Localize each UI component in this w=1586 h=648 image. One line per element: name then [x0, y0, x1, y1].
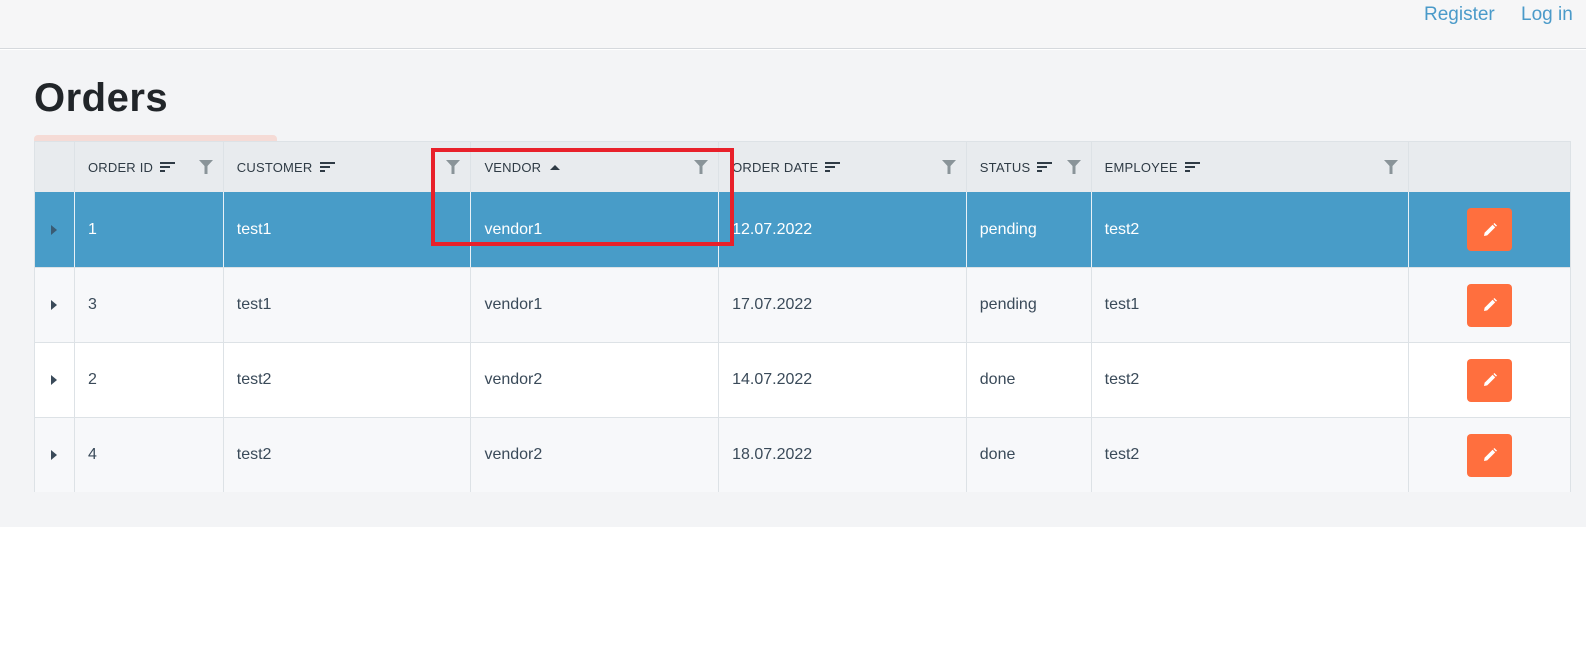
header-label: STATUS	[979, 159, 1031, 175]
customer-cell: test1	[224, 268, 472, 342]
edit-button[interactable]	[1467, 358, 1513, 402]
vendor-cell: vendor2	[471, 418, 720, 492]
expand-cell[interactable]	[35, 343, 75, 417]
order-id-cell: 2	[75, 343, 224, 417]
order-id-cell: 4	[75, 418, 224, 492]
order-id-cell: 3	[75, 268, 224, 342]
sort-icon[interactable]	[160, 162, 176, 172]
employee-cell: test1	[1092, 268, 1410, 342]
customer-cell: test2	[224, 343, 472, 417]
header-expand-column	[35, 142, 75, 192]
header-order-date[interactable]: ORDER DATE	[719, 142, 967, 192]
edit-button[interactable]	[1467, 283, 1513, 327]
sort-icon[interactable]	[1184, 162, 1200, 172]
filter-icon[interactable]	[694, 160, 709, 174]
actions-cell	[1409, 418, 1570, 492]
header-label: EMPLOYEE	[1104, 159, 1178, 175]
expand-cell[interactable]	[35, 268, 75, 342]
header-label: ORDER DATE	[732, 159, 819, 175]
login-link[interactable]: Log in	[1521, 4, 1573, 26]
caret-right-icon[interactable]	[51, 300, 58, 310]
employee-cell: test2	[1092, 418, 1410, 492]
actions-cell	[1409, 343, 1570, 417]
grid-header-row: ORDER ID CUSTOMER VENDOR ORDER DATE STAT…	[35, 142, 1570, 192]
grid-body: 1 test1 vendor1 12.07.2022 pending test2…	[35, 192, 1570, 492]
pencil-icon	[1483, 448, 1497, 461]
vendor-cell: vendor2	[471, 343, 720, 417]
actions-cell	[1409, 268, 1570, 342]
page-bottom-blank	[0, 527, 1586, 648]
header-label: ORDER ID	[87, 159, 154, 175]
top-nav-bar: Register Log in	[0, 0, 1586, 49]
page-title: Orders	[34, 76, 169, 120]
status-cell: done	[967, 343, 1092, 417]
status-cell: pending	[967, 268, 1092, 342]
employee-cell: test2	[1092, 343, 1410, 417]
header-employee[interactable]: EMPLOYEE	[1092, 142, 1410, 192]
filter-icon[interactable]	[198, 160, 213, 174]
actions-cell	[1409, 192, 1570, 267]
caret-right-icon[interactable]	[51, 224, 58, 235]
sort-icon[interactable]	[825, 162, 841, 172]
header-actions-column	[1409, 142, 1570, 192]
pencil-icon	[1483, 373, 1497, 386]
customer-cell: test1	[224, 192, 472, 267]
caret-right-icon[interactable]	[51, 450, 58, 460]
order-date-cell: 12.07.2022	[719, 192, 967, 267]
table-row[interactable]: 3 test1 vendor1 17.07.2022 pending test1	[35, 267, 1570, 342]
sort-icon[interactable]	[1037, 162, 1053, 172]
header-status[interactable]: STATUS	[967, 142, 1092, 192]
edit-button[interactable]	[1467, 433, 1513, 477]
employee-cell: test2	[1092, 192, 1410, 267]
filter-icon[interactable]	[446, 160, 461, 174]
expand-cell[interactable]	[35, 418, 75, 492]
header-customer[interactable]: CUSTOMER	[224, 142, 472, 192]
filter-icon[interactable]	[1066, 160, 1081, 174]
order-date-cell: 17.07.2022	[719, 268, 967, 342]
status-cell: pending	[967, 192, 1092, 267]
orders-grid: ORDER ID CUSTOMER VENDOR ORDER DATE STAT…	[34, 141, 1571, 492]
customer-cell: test2	[224, 418, 472, 492]
table-row[interactable]: 1 test1 vendor1 12.07.2022 pending test2	[35, 192, 1570, 267]
header-label: VENDOR	[484, 159, 542, 175]
pencil-icon	[1483, 298, 1497, 311]
register-link[interactable]: Register	[1424, 4, 1495, 26]
pencil-icon	[1483, 222, 1497, 236]
vendor-cell: vendor1	[471, 192, 720, 267]
expand-cell[interactable]	[35, 192, 75, 267]
header-label: CUSTOMER	[236, 159, 313, 175]
vendor-cell: vendor1	[471, 268, 720, 342]
edit-button[interactable]	[1467, 208, 1513, 251]
order-date-cell: 14.07.2022	[719, 343, 967, 417]
header-order-id[interactable]: ORDER ID	[75, 142, 224, 192]
filter-icon[interactable]	[941, 160, 956, 174]
table-row[interactable]: 2 test2 vendor2 14.07.2022 done test2	[35, 342, 1570, 417]
caret-right-icon[interactable]	[51, 375, 58, 385]
status-cell: done	[967, 418, 1092, 492]
sort-icon[interactable]	[319, 162, 335, 172]
table-row[interactable]: 4 test2 vendor2 18.07.2022 done test2	[35, 417, 1570, 492]
sort-ascending-icon[interactable]	[550, 164, 561, 170]
header-vendor[interactable]: VENDOR	[471, 142, 720, 192]
order-date-cell: 18.07.2022	[719, 418, 967, 492]
filter-icon[interactable]	[1384, 160, 1399, 174]
order-id-cell: 1	[75, 192, 224, 267]
